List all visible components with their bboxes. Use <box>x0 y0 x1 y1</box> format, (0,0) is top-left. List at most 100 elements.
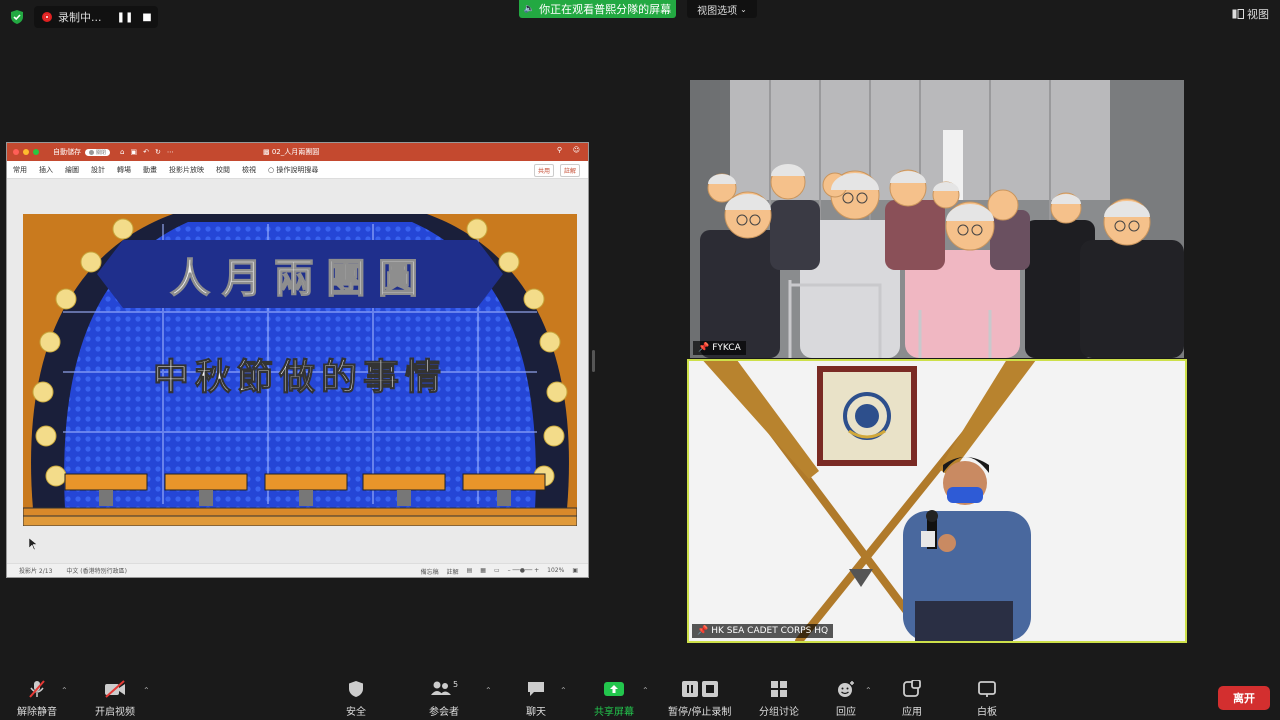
view-button[interactable]: 视图 <box>1232 6 1269 22</box>
share-screen-label: 共享屏幕 <box>594 707 634 718</box>
pin-icon: 📌 <box>698 343 710 353</box>
zoom-slider[interactable]: – ──●── + <box>508 567 540 576</box>
video-feed-fykca <box>690 80 1184 358</box>
slide-title: 人月兩團圓 <box>170 256 430 302</box>
pause-stop-recording-button[interactable]: 暂停/停止录制 <box>668 680 731 718</box>
ppt-ribbon: 常用 插入 繪圖 設計 轉場 動畫 投影片放映 校閱 檢視 ○ 操作說明搜尋 共… <box>7 161 588 179</box>
people-icon <box>430 681 451 695</box>
tab-review[interactable]: 校閱 <box>216 165 230 175</box>
normal-view-icon[interactable]: ▤ <box>467 567 473 576</box>
ppt-titlebar: 自動儲存 關閉 ⌂ ▣ ↶ ↻ ⋯ ▩ 02_人月兩團圓 ⚲ ☺ <box>7 143 588 161</box>
speaker-icon: 🔈 <box>523 4 536 14</box>
status-comments-button[interactable]: 註解 <box>447 567 459 576</box>
close-window-icon[interactable] <box>13 149 19 155</box>
unmute-button[interactable]: 解除静音 <box>17 680 57 718</box>
tab-view[interactable]: 檢視 <box>242 165 256 175</box>
reactions-options-caret[interactable]: ⌃ <box>865 686 872 695</box>
share-screen-button[interactable]: 共享屏幕 <box>594 680 634 718</box>
status-slide-count: 投影片 2/13 <box>19 568 53 575</box>
start-video-button[interactable]: 开启视频 <box>95 680 135 718</box>
tab-insert[interactable]: 插入 <box>39 165 53 175</box>
sorter-view-icon[interactable]: ▦ <box>480 567 486 576</box>
recording-label: 录制中... <box>58 11 102 24</box>
view-layout-icon <box>1232 9 1244 19</box>
reading-view-icon[interactable]: ▭ <box>494 567 500 576</box>
document-icon: ▩ <box>263 148 272 156</box>
audio-options-caret[interactable]: ⌃ <box>61 686 68 695</box>
pause-recording-button[interactable]: ❚❚ <box>114 12 136 23</box>
maximize-window-icon[interactable] <box>33 149 39 155</box>
participants-button[interactable]: 5 参会者 <box>429 680 459 718</box>
chat-options-caret[interactable]: ⌃ <box>560 686 567 695</box>
more-icon[interactable]: ⋯ <box>167 148 174 156</box>
name-tag-hk-sea-cadet: 📌 HK SEA CADET CORPS HQ <box>692 624 834 638</box>
security-button[interactable]: 安全 <box>346 680 366 718</box>
slide: 人月兩團圓 中秋節做的事情 <box>23 214 577 526</box>
video-options-caret[interactable]: ⌃ <box>143 686 150 695</box>
ribbon-search-label: 操作說明搜尋 <box>276 165 319 174</box>
breakout-rooms-icon <box>771 681 787 697</box>
status-right: 備忘稿 註解 ▤ ▦ ▭ – ──●── + 102% ▣ <box>421 567 578 576</box>
tab-design[interactable]: 設計 <box>91 165 105 175</box>
video-feed-hk-sea-cadet <box>689 361 1185 641</box>
redo-icon[interactable]: ↻ <box>155 148 161 156</box>
breakout-rooms-button[interactable]: 分组讨论 <box>759 680 799 718</box>
participant-name: FYKCA <box>712 343 741 353</box>
share-doc-button[interactable]: 共用 <box>533 164 554 177</box>
security-shield-icon <box>11 10 23 24</box>
autosave-toggle[interactable]: 關閉 <box>85 148 111 156</box>
tab-animations[interactable]: 動畫 <box>143 165 157 175</box>
unmute-label: 解除静音 <box>17 707 57 718</box>
comments-button[interactable]: 註解 <box>559 164 580 177</box>
ribbon-right-actions: 共用 註解 <box>533 164 580 177</box>
reactions-button[interactable]: 回应 <box>836 680 856 718</box>
security-label: 安全 <box>346 707 366 718</box>
account-icon[interactable]: ☺ <box>573 146 580 154</box>
chevron-down-icon: ⌄ <box>740 4 747 14</box>
document-name: 02_人月兩團圓 <box>271 148 320 156</box>
stop-recording-button[interactable]: ■ <box>136 12 158 23</box>
recording-indicator: 录制中... ❚❚ ■ <box>34 6 158 28</box>
participant-name: HK SEA CADET CORPS HQ <box>711 626 829 636</box>
notes-button[interactable]: 備忘稿 <box>421 567 439 576</box>
share-options-caret[interactable]: ⌃ <box>642 686 649 695</box>
tab-draw[interactable]: 繪圖 <box>65 165 79 175</box>
share-banner-text: 你正在观看普熙分隊的屏幕 <box>539 3 672 16</box>
home-icon[interactable]: ⌂ <box>120 148 124 156</box>
search-icon[interactable]: ⚲ <box>557 146 562 154</box>
leave-button[interactable]: 离开 <box>1218 686 1270 710</box>
participant-count: 5 <box>452 680 459 689</box>
shared-screen[interactable]: 自動儲存 關閉 ⌂ ▣ ↶ ↻ ⋯ ▩ 02_人月兩團圓 ⚲ ☺ 常用 插入 繪… <box>6 142 589 578</box>
video-tile-hk-sea-cadet[interactable]: 📌 HK SEA CADET CORPS HQ <box>687 359 1187 643</box>
save-icon[interactable]: ▣ <box>130 148 137 156</box>
undo-icon[interactable]: ↶ <box>143 148 149 156</box>
whiteboard-icon <box>978 681 996 697</box>
minimize-window-icon[interactable] <box>23 149 29 155</box>
fit-slide-icon[interactable]: ▣ <box>572 567 578 576</box>
participants-options-caret[interactable]: ⌃ <box>485 686 492 695</box>
autosave-label: 自動儲存 <box>53 148 81 156</box>
start-video-label: 开启视频 <box>95 707 135 718</box>
share-screen-icon <box>604 682 624 696</box>
autosave-state: 關閉 <box>96 149 107 156</box>
tab-home[interactable]: 常用 <box>13 165 27 175</box>
mouse-cursor-icon <box>29 538 37 550</box>
shield-icon <box>349 681 363 697</box>
view-options-label: 视图选项 <box>697 5 738 17</box>
split-view-divider[interactable] <box>592 350 595 372</box>
chat-button[interactable]: 聊天 <box>526 680 546 718</box>
ribbon-search[interactable]: ○ 操作說明搜尋 <box>268 165 318 175</box>
tab-slideshow[interactable]: 投影片放映 <box>169 165 204 175</box>
participants-icon-group: 5 <box>430 680 458 703</box>
share-banner: 🔈 你正在观看普熙分隊的屏幕 <box>519 0 676 18</box>
chat-icon <box>528 682 544 696</box>
tab-transitions[interactable]: 轉場 <box>117 165 131 175</box>
name-tag-fykca: 📌 FYKCA <box>693 341 746 355</box>
pin-icon: 📌 <box>697 626 709 636</box>
view-options-button[interactable]: 视图选项 ⌄ <box>687 0 757 18</box>
apps-button[interactable]: 应用 <box>902 680 922 718</box>
video-tile-fykca[interactable]: 📌 FYKCA <box>690 80 1184 358</box>
whiteboard-button[interactable]: 白板 <box>977 680 997 718</box>
slide-subtitle: 中秋節做的事情 <box>153 357 447 398</box>
recording-dot-icon <box>42 12 52 22</box>
